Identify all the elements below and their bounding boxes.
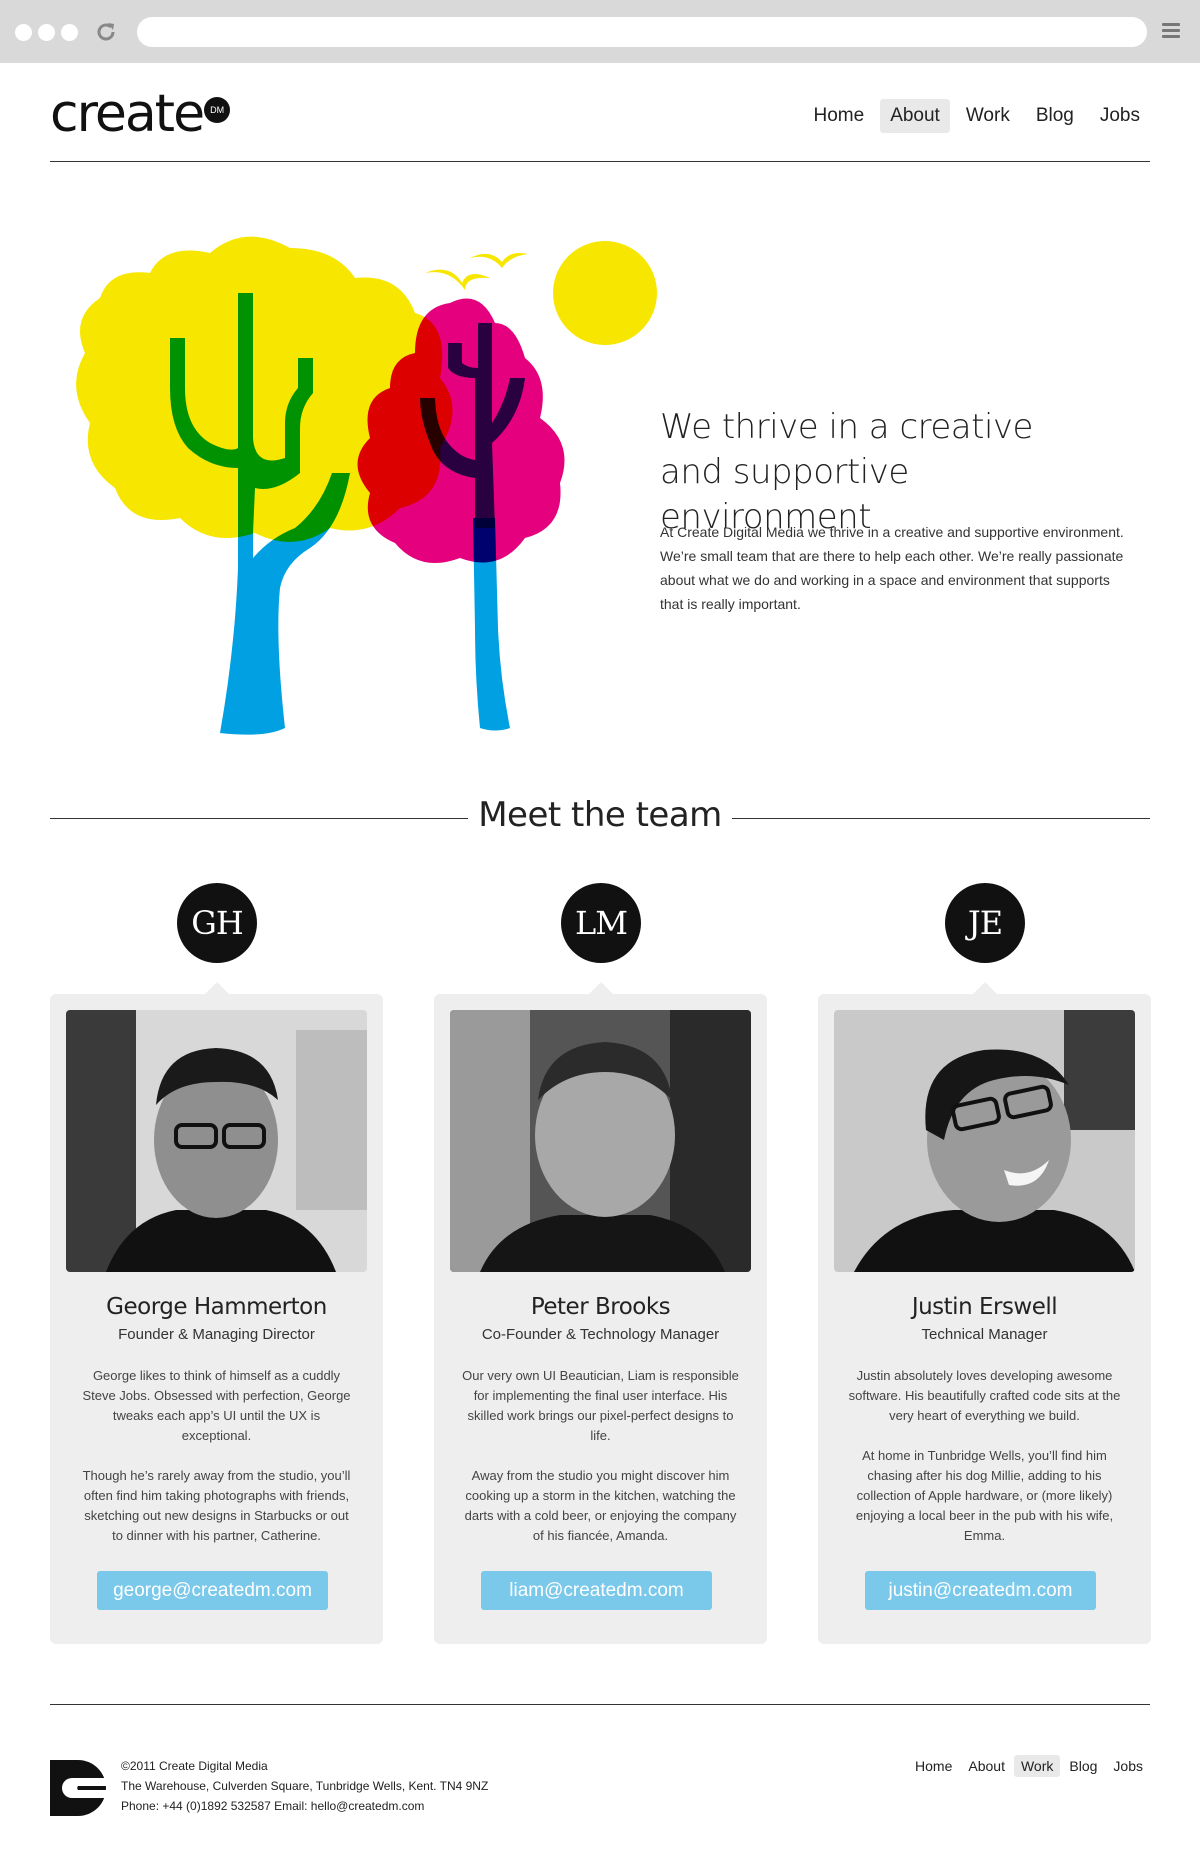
member-name: Peter Brooks: [530, 1294, 671, 1320]
browser-chrome: [0, 0, 1200, 63]
team-member-photo: [66, 1010, 367, 1272]
hero-description: At Create Digital Media we thrive in a c…: [660, 524, 1124, 612]
browser-menu-icon[interactable]: [1162, 23, 1180, 41]
footer-nav: Home About Work Blog Jobs: [908, 1755, 1150, 1777]
card-pointer: [973, 982, 997, 994]
member-role: Founder & Managing Director: [118, 1326, 315, 1343]
email-button[interactable]: liam@createdm.com: [481, 1571, 712, 1610]
member-bio-paragraph: At home in Tunbridge Wells, you’ll find …: [855, 1448, 1114, 1543]
footer-copyright: ©2011 Create Digital Media: [121, 1759, 268, 1773]
footer-contact: Phone: +44 (0)1892 532587 Email: hello@c…: [121, 1799, 425, 1813]
team-card: George Hammerton Founder & Managing Dire…: [50, 982, 383, 1644]
member-role: Co-Founder & Technology Manager: [481, 1326, 720, 1343]
team-heading-text: Meet the team: [468, 795, 732, 835]
sun-shape: [553, 241, 657, 345]
team-card: Peter Brooks Co-Founder & Technology Man…: [434, 982, 767, 1644]
window-dot-icon[interactable]: [15, 24, 32, 41]
nav-blog[interactable]: Blog: [1026, 99, 1084, 133]
reload-icon[interactable]: [94, 20, 118, 44]
footer-nav-jobs[interactable]: Jobs: [1106, 1755, 1150, 1777]
email-button[interactable]: justin@createdm.com: [865, 1571, 1096, 1610]
avatar: LM: [561, 883, 641, 963]
footer-divider: [50, 1704, 1150, 1705]
trees-illustration: [76, 236, 657, 735]
member-bio: George likes to think of himself as a cu…: [78, 1366, 355, 1566]
avatar: GH: [177, 883, 257, 963]
footer-nav-blog[interactable]: Blog: [1062, 1755, 1104, 1777]
header-divider: [50, 161, 1150, 162]
nav-work[interactable]: Work: [956, 99, 1020, 133]
member-bio: Our very own UI Beautician, Liam is resp…: [462, 1366, 739, 1566]
member-role: Technical Manager: [921, 1326, 1048, 1343]
member-bio: Justin absolutely loves developing aweso…: [846, 1366, 1123, 1566]
logo[interactable]: create DM: [50, 84, 231, 144]
main-nav: Home About Work Blog Jobs: [804, 99, 1151, 133]
bird-shape: [425, 269, 490, 290]
logo-wordmark: create: [50, 84, 205, 144]
member-bio-paragraph: Our very own UI Beautician, Liam is resp…: [462, 1368, 739, 1443]
bird-shape: [470, 253, 528, 268]
member-bio-paragraph: Away from the studio you might discover …: [464, 1468, 737, 1543]
team-member-photo: [834, 1010, 1135, 1272]
card-pointer: [205, 982, 229, 994]
member-name: Justin Erswell: [911, 1294, 1058, 1320]
footer-address: The Warehouse, Culverden Square, Tunbrid…: [121, 1779, 489, 1793]
footer-nav-home[interactable]: Home: [908, 1755, 959, 1777]
card-pointer: [589, 982, 613, 994]
window-dot-icon[interactable]: [61, 24, 78, 41]
email-button[interactable]: george@createdm.com: [97, 1571, 328, 1610]
member-bio-paragraph: Though he’s rarely away from the studio,…: [82, 1468, 351, 1543]
member-name: George Hammerton: [106, 1294, 327, 1320]
footer-nav-about[interactable]: About: [961, 1755, 1012, 1777]
logo-badge: DM: [204, 97, 231, 123]
team-heading: Meet the team: [0, 795, 1200, 835]
member-bio-paragraph: Justin absolutely loves developing aweso…: [848, 1368, 1121, 1423]
avatar: JE: [945, 883, 1025, 963]
window-dot-icon[interactable]: [38, 24, 55, 41]
team-card: Justin Erswell Technical Manager Justin …: [818, 982, 1151, 1644]
footer-nav-work[interactable]: Work: [1013, 1755, 1061, 1777]
member-bio-paragraph: George likes to think of himself as a cu…: [82, 1368, 351, 1443]
team-member-photo: [450, 1010, 751, 1272]
footer-logo-icon[interactable]: [50, 1760, 106, 1816]
nav-about[interactable]: About: [880, 99, 950, 133]
footer-info: ©2011 Create Digital Media The Warehouse…: [121, 1756, 488, 1816]
nav-home[interactable]: Home: [804, 99, 875, 133]
address-bar[interactable]: [137, 17, 1147, 47]
nav-jobs[interactable]: Jobs: [1090, 99, 1150, 133]
